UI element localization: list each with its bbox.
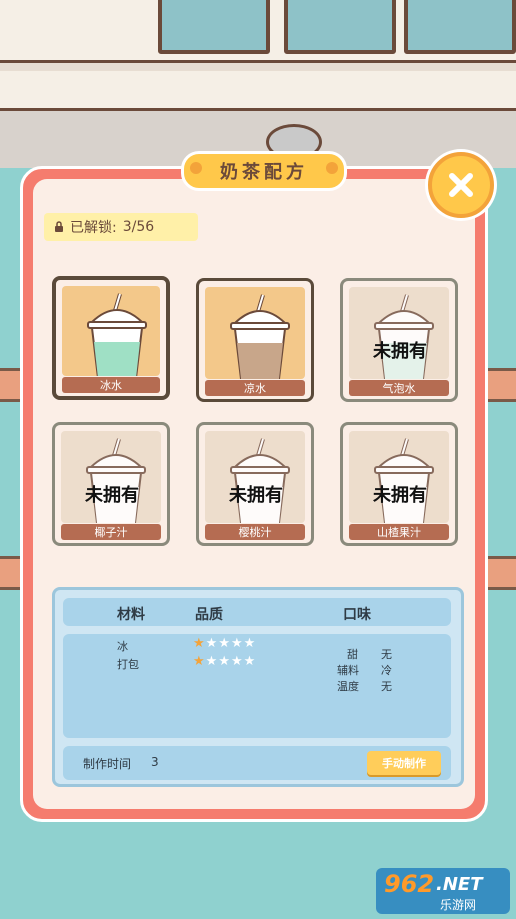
- time-value: 3: [151, 755, 159, 769]
- star-icon: ★: [230, 636, 243, 651]
- close-button[interactable]: [428, 152, 494, 218]
- quality-header: 品质: [195, 607, 223, 623]
- recipe-name: 冰水: [62, 377, 160, 393]
- wall-picture: [284, 0, 396, 54]
- drink-cup-icon: [87, 293, 147, 376]
- star-icon: ★: [205, 636, 218, 651]
- drink-cup-icon: [230, 438, 290, 523]
- recipe-name: 樱桃汁: [205, 524, 305, 540]
- recipe-thumbnail: [349, 287, 449, 379]
- not-owned-label: 未拥有: [229, 485, 283, 506]
- recipe-card[interactable]: 未拥有 气泡水: [340, 278, 458, 402]
- recipe-card[interactable]: 未拥有 椰子汁: [52, 422, 170, 546]
- recipe-card[interactable]: 凉水: [196, 278, 314, 402]
- drink-cup-icon: [374, 294, 434, 379]
- recipe-name: 气泡水: [349, 380, 449, 396]
- taste-value: 无: [381, 648, 392, 661]
- watermark-logo: 962 .NET 乐游网: [376, 868, 510, 914]
- recipe-card[interactable]: 未拥有 山楂果汁: [340, 422, 458, 546]
- recipe-name: 凉水: [205, 380, 305, 396]
- star-icon: ★: [243, 654, 256, 669]
- star-icon: ★: [230, 654, 243, 669]
- drink-cup-icon: [230, 294, 290, 379]
- watermark-brand: 962: [384, 870, 435, 898]
- details-header: 材料 品质 口味: [63, 598, 451, 626]
- drink-cup-icon: [86, 438, 146, 523]
- panel-title: 奶茶配方: [181, 151, 347, 191]
- star-icon: ★: [193, 654, 205, 669]
- wall-picture: [404, 0, 516, 54]
- close-icon: [449, 173, 473, 197]
- lock-icon: [55, 221, 63, 232]
- recipe-card[interactable]: 冰水: [52, 276, 170, 400]
- star-icon: ★: [205, 654, 218, 669]
- watermark-sub: 乐游网: [440, 898, 477, 912]
- taste-header: 口味: [343, 607, 371, 623]
- recipe-thumbnail: [61, 431, 161, 523]
- not-owned-label: 未拥有: [373, 341, 427, 362]
- wall-picture: [158, 0, 270, 54]
- details-body: 冰 ★ ★ ★ ★ ★ 打包 ★ ★ ★ ★ ★ 甜 无 辅料 冷 温度 无: [63, 634, 451, 738]
- shelf: [0, 60, 516, 71]
- not-owned-label: 未拥有: [373, 485, 427, 506]
- taste-value: 冷: [381, 664, 392, 677]
- ingredients-header: 材料: [117, 607, 145, 623]
- star-icon: ★: [218, 654, 230, 669]
- manual-make-button[interactable]: 手动制作: [367, 751, 441, 775]
- time-label: 制作时间: [83, 757, 132, 771]
- ingredient-name: 打包: [117, 658, 139, 671]
- drink-cup-icon: [374, 438, 434, 523]
- background-scene: [0, 0, 516, 171]
- unlocked-label: 已解锁:: [70, 220, 117, 236]
- recipe-details: 材料 品质 口味 冰 ★ ★ ★ ★ ★ 打包 ★ ★ ★ ★ ★ 甜 无 辅料…: [52, 587, 464, 787]
- watermark-suffix: .NET: [436, 874, 483, 895]
- recipe-name: 椰子汁: [61, 524, 161, 540]
- taste-value: 无: [381, 680, 392, 693]
- quality-stars: ★ ★ ★ ★ ★: [193, 637, 255, 650]
- ingredient-name: 冰: [117, 640, 128, 653]
- recipe-thumbnail: [205, 287, 305, 379]
- star-icon: ★: [243, 636, 256, 651]
- recipe-thumbnail: [62, 286, 160, 376]
- recipe-thumbnail: [349, 431, 449, 523]
- recipe-name: 山楂果汁: [349, 524, 449, 540]
- unlocked-value: 3/56: [122, 219, 155, 235]
- details-footer: 制作时间 3 手动制作: [63, 746, 451, 780]
- star-icon: ★: [193, 636, 205, 651]
- not-owned-label: 未拥有: [85, 485, 139, 506]
- taste-label: 辅料: [337, 664, 359, 677]
- recipe-thumbnail: [205, 431, 305, 523]
- taste-label: 温度: [337, 680, 359, 693]
- taste-label: 甜: [347, 648, 358, 661]
- quality-stars: ★ ★ ★ ★ ★: [193, 655, 255, 668]
- unlocked-counter: 已解锁: 3/56: [44, 213, 198, 241]
- star-icon: ★: [218, 636, 230, 651]
- recipe-card[interactable]: 未拥有 樱桃汁: [196, 422, 314, 546]
